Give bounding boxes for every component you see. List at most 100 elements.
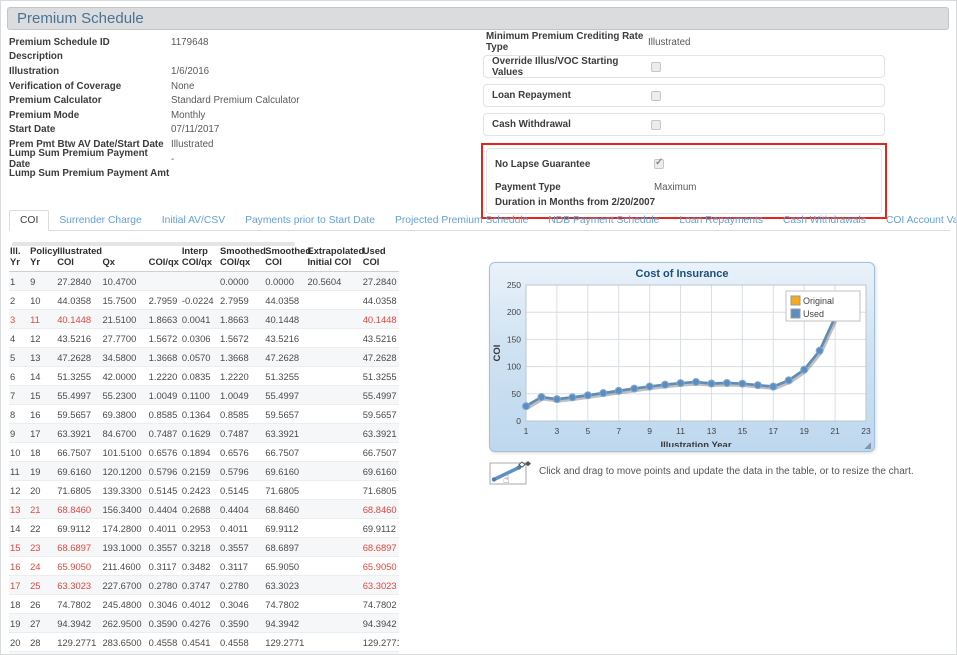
page-title: Premium Schedule <box>7 7 949 30</box>
table-cell: 9 <box>9 424 29 443</box>
table-cell: 3 <box>9 310 29 329</box>
tab-coi-account-value[interactable]: COI Account Value <box>876 210 957 230</box>
table-row[interactable]: 31140.144821.51001.86630.00411.866340.14… <box>9 310 399 329</box>
table-cell: 63.3921 <box>56 424 101 443</box>
table-cell: 174.2800 <box>101 519 147 538</box>
table-cell: 12 <box>29 329 56 348</box>
svg-text:150: 150 <box>507 334 521 344</box>
table-cell: 0.0000 <box>219 272 264 291</box>
field-label: Lump Sum Premium Payment Amt <box>9 168 171 179</box>
table-row[interactable]: 1927.284010.47000.00000.000020.560427.28… <box>9 272 399 291</box>
table-cell: 63.3023 <box>362 576 399 595</box>
table-cell: 55.4997 <box>56 386 101 405</box>
tab-loan-repayments[interactable]: Loan Repayments <box>669 210 773 230</box>
coi-chart-panel[interactable]: Cost of Insurance 0501001502002501357911… <box>489 262 875 452</box>
table-cell: 13 <box>29 348 56 367</box>
table-row[interactable]: 81659.565769.38000.85850.13640.858559.56… <box>9 405 399 424</box>
table-cell: 245.4800 <box>101 595 147 614</box>
table-cell: 44.0358 <box>264 291 306 310</box>
table-row[interactable]: 132168.8460156.34000.44040.26880.440468.… <box>9 500 399 519</box>
table-cell: 0.1894 <box>181 443 219 462</box>
table-header-cell: SmoothedCOI <box>264 244 306 272</box>
table-row[interactable]: 192794.3942262.95000.35900.42760.359094.… <box>9 614 399 633</box>
table-cell: 51.3255 <box>362 367 399 386</box>
table-row[interactable]: 111969.6160120.12000.57960.21590.579669.… <box>9 462 399 481</box>
table-row[interactable]: 21044.035815.75002.7959-0.02242.795944.0… <box>9 291 399 310</box>
table-cell: 20 <box>29 481 56 500</box>
table-row[interactable]: 91763.392184.67000.74870.16290.748763.39… <box>9 424 399 443</box>
field-value: Maximum <box>654 182 696 193</box>
checkbox[interactable] <box>651 91 661 101</box>
table-header-cell: ExtrapolatedInitial COI <box>306 244 361 272</box>
table-row[interactable]: 2028129.2771283.65000.45580.45410.455812… <box>9 633 399 652</box>
table-row[interactable]: 61451.325542.00001.22200.08351.222051.32… <box>9 367 399 386</box>
table-cell <box>306 500 361 519</box>
svg-text:0: 0 <box>516 416 521 426</box>
svg-text:11: 11 <box>676 426 685 436</box>
table-cell: 5 <box>9 348 29 367</box>
tab-cash-withdrawals[interactable]: Cash Withdrawals <box>773 210 876 230</box>
field-value: Standard Premium Calculator <box>171 95 300 106</box>
header-line2: COI <box>265 257 304 268</box>
table-cell: 17 <box>29 424 56 443</box>
table-cell <box>306 462 361 481</box>
chart-resize-handle[interactable] <box>863 441 871 449</box>
field-label: Illustration <box>9 66 171 77</box>
table-cell: 27 <box>29 614 56 633</box>
table-cell: 25 <box>29 576 56 595</box>
header-line1: Illustrated <box>57 246 99 257</box>
table-cell: 68.6897 <box>56 538 101 557</box>
table-header-cell: UsedCOI <box>362 244 399 272</box>
table-cell <box>306 405 361 424</box>
table-row[interactable]: 41243.521627.77001.56720.03061.567243.52… <box>9 329 399 348</box>
table-cell: 68.6897 <box>264 538 306 557</box>
table-cell <box>306 614 361 633</box>
table-cell: 129.2771 <box>362 633 399 652</box>
table-cell: 74.7802 <box>56 595 101 614</box>
header-line1: Smoothed <box>220 246 262 257</box>
tab-payments-prior-to-start-date[interactable]: Payments prior to Start Date <box>235 210 385 230</box>
table-row[interactable]: 122071.6805139.33000.51450.24230.514571.… <box>9 481 399 500</box>
field-value: 1/6/2016 <box>171 66 209 77</box>
field-row: Premium CalculatorStandard Premium Calcu… <box>9 93 469 108</box>
table-cell: 0.4276 <box>181 614 219 633</box>
table-row[interactable]: 101866.7507101.51000.65760.18940.657666.… <box>9 443 399 462</box>
table-cell: 139.3300 <box>101 481 147 500</box>
table-cell: 193.1000 <box>101 538 147 557</box>
checkbox[interactable] <box>651 120 661 130</box>
svg-text:23: 23 <box>861 426 871 436</box>
field-label: Payment Type <box>495 182 654 193</box>
tab-surrender-charge[interactable]: Surrender Charge <box>49 210 151 230</box>
checkbox[interactable] <box>651 62 661 72</box>
table-row[interactable]: 2129190.8792306.99000.62180.48060.621819… <box>9 652 399 655</box>
table-cell: 65.9050 <box>56 557 101 576</box>
table-row[interactable]: 182674.7802245.48000.30460.40120.304674.… <box>9 595 399 614</box>
table-cell: 23 <box>29 538 56 557</box>
tab-projected-premium-schedule[interactable]: Projected Premium Schedule <box>385 210 538 230</box>
field-value: Illustrated <box>648 37 690 48</box>
table-cell: 16 <box>9 557 29 576</box>
svg-text:17: 17 <box>769 426 779 436</box>
table-cell: 120.1200 <box>101 462 147 481</box>
table-cell: 13 <box>9 500 29 519</box>
no-lapse-guarantee-panel: No Lapse Guarantee Payment Type Maximum … <box>486 148 882 214</box>
tab-coi[interactable]: COI <box>9 210 49 231</box>
table-cell: 0.0570 <box>181 348 219 367</box>
field-value: Monthly <box>171 110 205 121</box>
table-cell: 0.4806 <box>181 652 219 655</box>
table-cell: 0.3117 <box>148 557 181 576</box>
table-row[interactable]: 172563.3023227.67000.27800.37470.278063.… <box>9 576 399 595</box>
table-row[interactable]: 152368.6897193.10000.35570.32180.355768.… <box>9 538 399 557</box>
table-row[interactable]: 71555.499755.23001.00490.11001.004955.49… <box>9 386 399 405</box>
field-value: - <box>171 154 174 165</box>
tab-initial-av-csv[interactable]: Initial AV/CSV <box>152 210 235 230</box>
coi-line-chart[interactable]: 0501001502002501357911131517192123Illust… <box>490 281 874 447</box>
table-row[interactable]: 51347.262834.58001.36680.05701.366847.26… <box>9 348 399 367</box>
tab-ndb-payment-schedule[interactable]: NDB Payment Schedule <box>538 210 669 230</box>
table-row[interactable]: 162465.9050211.46000.31170.34820.311765.… <box>9 557 399 576</box>
field-row: Description <box>9 50 469 65</box>
table-header-row: Ill.YrPolicyYrIllustratedCOI Qx COI/qxIn… <box>9 244 399 272</box>
table-row[interactable]: 142269.9112174.28000.40110.29530.401169.… <box>9 519 399 538</box>
no-lapse-guarantee-checkbox[interactable] <box>654 159 664 169</box>
table-cell: 0.1629 <box>181 424 219 443</box>
